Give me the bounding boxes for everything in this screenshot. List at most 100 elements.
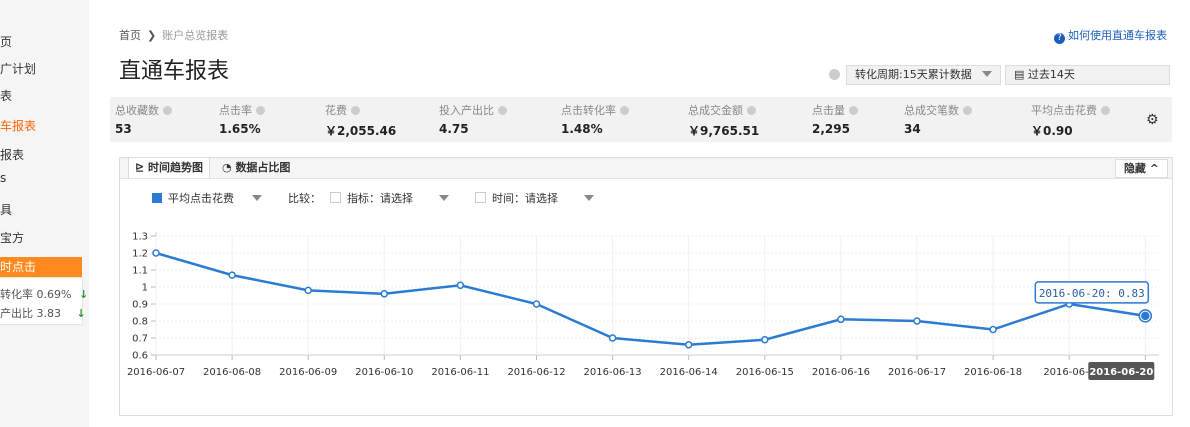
x-tick-label: 2016-06-17 — [888, 367, 946, 378]
x-tick-label: 2016-06-13 — [584, 367, 642, 378]
y-tick-label: 1 — [142, 283, 148, 294]
x-tick-label: 2016-06-14 — [660, 367, 718, 378]
conversion-period-value: 转化周期:15天累计数据 — [855, 68, 972, 81]
help-icon[interactable] — [163, 106, 172, 115]
y-tick-label: 1.1 — [132, 266, 148, 277]
question-icon: ? — [1054, 33, 1065, 44]
help-icon[interactable] — [498, 106, 507, 115]
metric-value: 4.75 — [439, 122, 469, 136]
metric-label: 总成交金额 — [688, 104, 743, 117]
tab-label: 时间趋势图 — [148, 161, 204, 174]
tab-time-trend[interactable]: ⊵ 时间趋势图 — [128, 158, 211, 178]
date-range-select[interactable]: ▤ 过去14天 — [1005, 65, 1170, 85]
x-tick-label: 2016-06-11 — [431, 367, 489, 378]
metric-select-value: 平均点击花费 — [168, 192, 234, 205]
realtime-metric-conversion: 转化率 0.69% ↓ — [0, 286, 88, 302]
help-icon[interactable] — [620, 106, 629, 115]
x-tick-label: 2016-06-15 — [736, 367, 794, 378]
sidebar: 页 广计划 表 车报表 报表 s 具 宝方 时点击 转化率 0.69% ↓ 产出… — [0, 0, 89, 427]
help-link[interactable]: ? 如何使用直通车报表 — [1054, 27, 1167, 44]
metric-value: 1.65% — [219, 122, 261, 136]
chevron-down-icon — [981, 71, 992, 77]
calendar-icon: ▤ — [1014, 68, 1028, 81]
hide-button[interactable]: 隐藏 ^ — [1114, 159, 1168, 178]
tab-label: 数据占比图 — [235, 161, 291, 174]
breadcrumb-home[interactable]: 首页 — [119, 29, 141, 42]
help-link-label[interactable]: 如何使用直通车报表 — [1068, 29, 1167, 42]
metric-select[interactable]: 平均点击花费 — [152, 191, 262, 207]
realtime-metric-label: 产出比 3.83 — [0, 307, 61, 320]
data-point — [1141, 311, 1150, 321]
metric-label: 投入产出比 — [439, 104, 494, 117]
realtime-metric-roi: 产出比 3.83 ↓ — [0, 305, 86, 321]
indicator-select[interactable]: 指标：请选择 — [330, 191, 449, 207]
chevron-down-icon — [438, 195, 449, 201]
tab-data-share[interactable]: ◔ 数据占比图 — [216, 158, 296, 178]
chart-tabs: ⊵ 时间趋势图 ◔ 数据占比图 隐藏 ^ — [120, 158, 1172, 179]
sidebar-item-treasure[interactable]: 宝方 — [0, 229, 24, 246]
chevron-down-icon — [583, 195, 594, 201]
hover-x-label: 2016-06-20 — [1089, 367, 1153, 378]
help-icon[interactable] — [1101, 106, 1110, 115]
realtime-click-header[interactable]: 时点击 — [0, 257, 82, 277]
metrics-bar: 总收藏数 53 点击率 1.65% 花费 ￥2,055.46 投入产出比 4.75 点击… — [110, 97, 1172, 142]
trend-chart[interactable]: 0.6 0.7 0.8 0.9 1 1.1 1.2 1.3 2016-06-07 2016-06-… — [119, 224, 1171, 384]
x-tick-label: 2016-06-12 — [507, 367, 565, 378]
data-point — [684, 341, 693, 349]
help-icon[interactable] — [849, 106, 858, 115]
data-point — [761, 335, 769, 344]
sidebar-item-s[interactable]: s — [0, 171, 6, 185]
metric-label: 总成交笔数 — [904, 104, 959, 117]
metric-value: ￥2,055.46 — [325, 124, 397, 138]
metric-value: 1.48% — [561, 122, 603, 136]
time-checkbox[interactable] — [475, 192, 486, 203]
metric-value: ￥0.90 — [1031, 124, 1073, 138]
metric-value: 2,295 — [812, 122, 850, 136]
sidebar-item-campaigns[interactable]: 广计划 — [0, 60, 36, 77]
x-tick-label: 2016-06-1 — [1043, 367, 1095, 378]
help-icon[interactable] — [256, 106, 265, 115]
indicator-checkbox[interactable] — [330, 192, 341, 203]
sidebar-item-report-2[interactable]: 报表 — [0, 146, 24, 163]
chevron-down-icon — [251, 195, 262, 201]
y-tick-label: 1.2 — [132, 249, 148, 260]
metric-label: 总收藏数 — [115, 104, 159, 117]
metric-label: 点击率 — [219, 104, 252, 117]
time-select[interactable]: 时间：请选择 — [475, 191, 594, 207]
series-color-swatch — [152, 193, 162, 203]
data-point — [304, 286, 312, 295]
x-tick-label: 2016-06-10 — [355, 367, 413, 378]
hide-button-label: 隐藏 — [1123, 162, 1146, 175]
sidebar-item-home[interactable]: 页 — [0, 33, 12, 50]
y-tick-label: 1.3 — [132, 232, 148, 243]
time-select-value: 时间：请选择 — [492, 192, 558, 205]
help-icon[interactable] — [351, 106, 360, 115]
data-point — [152, 249, 160, 257]
y-tick-label: 0.9 — [132, 300, 148, 311]
info-icon[interactable] — [829, 69, 840, 80]
help-icon[interactable] — [963, 106, 972, 115]
sidebar-item-ztc-report[interactable]: 车报表 — [0, 117, 36, 134]
line-chart-icon: ⊵ — [135, 161, 149, 174]
data-point — [532, 300, 541, 308]
pie-chart-icon: ◔ — [222, 161, 236, 174]
metric-value: 53 — [115, 122, 132, 136]
realtime-metric-label: 转化率 0.69% — [0, 288, 72, 301]
metric-label: 花费 — [325, 104, 347, 117]
tooltip-text: 2016-06-20: 0.83 — [1039, 287, 1145, 300]
sidebar-item-reports[interactable]: 表 — [0, 87, 12, 104]
metric-label: 点击量 — [812, 104, 845, 117]
date-range-value: 过去14天 — [1027, 68, 1075, 81]
help-icon[interactable] — [747, 106, 756, 115]
y-tick-label: 0.8 — [132, 317, 148, 328]
conversion-period-select[interactable]: 转化周期:15天累计数据 — [846, 65, 1001, 85]
gear-icon[interactable]: ⚙ — [1146, 112, 1159, 128]
data-point — [380, 290, 389, 298]
data-point — [837, 315, 845, 324]
sidebar-item-tools[interactable]: 具 — [0, 201, 12, 218]
x-tick-label: 2016-06-18 — [964, 367, 1022, 378]
chevron-right-icon: ❯ — [147, 29, 157, 42]
series-line — [155, 251, 1146, 347]
x-tick-label: 2016-06-16 — [812, 367, 870, 378]
data-point — [228, 271, 236, 279]
